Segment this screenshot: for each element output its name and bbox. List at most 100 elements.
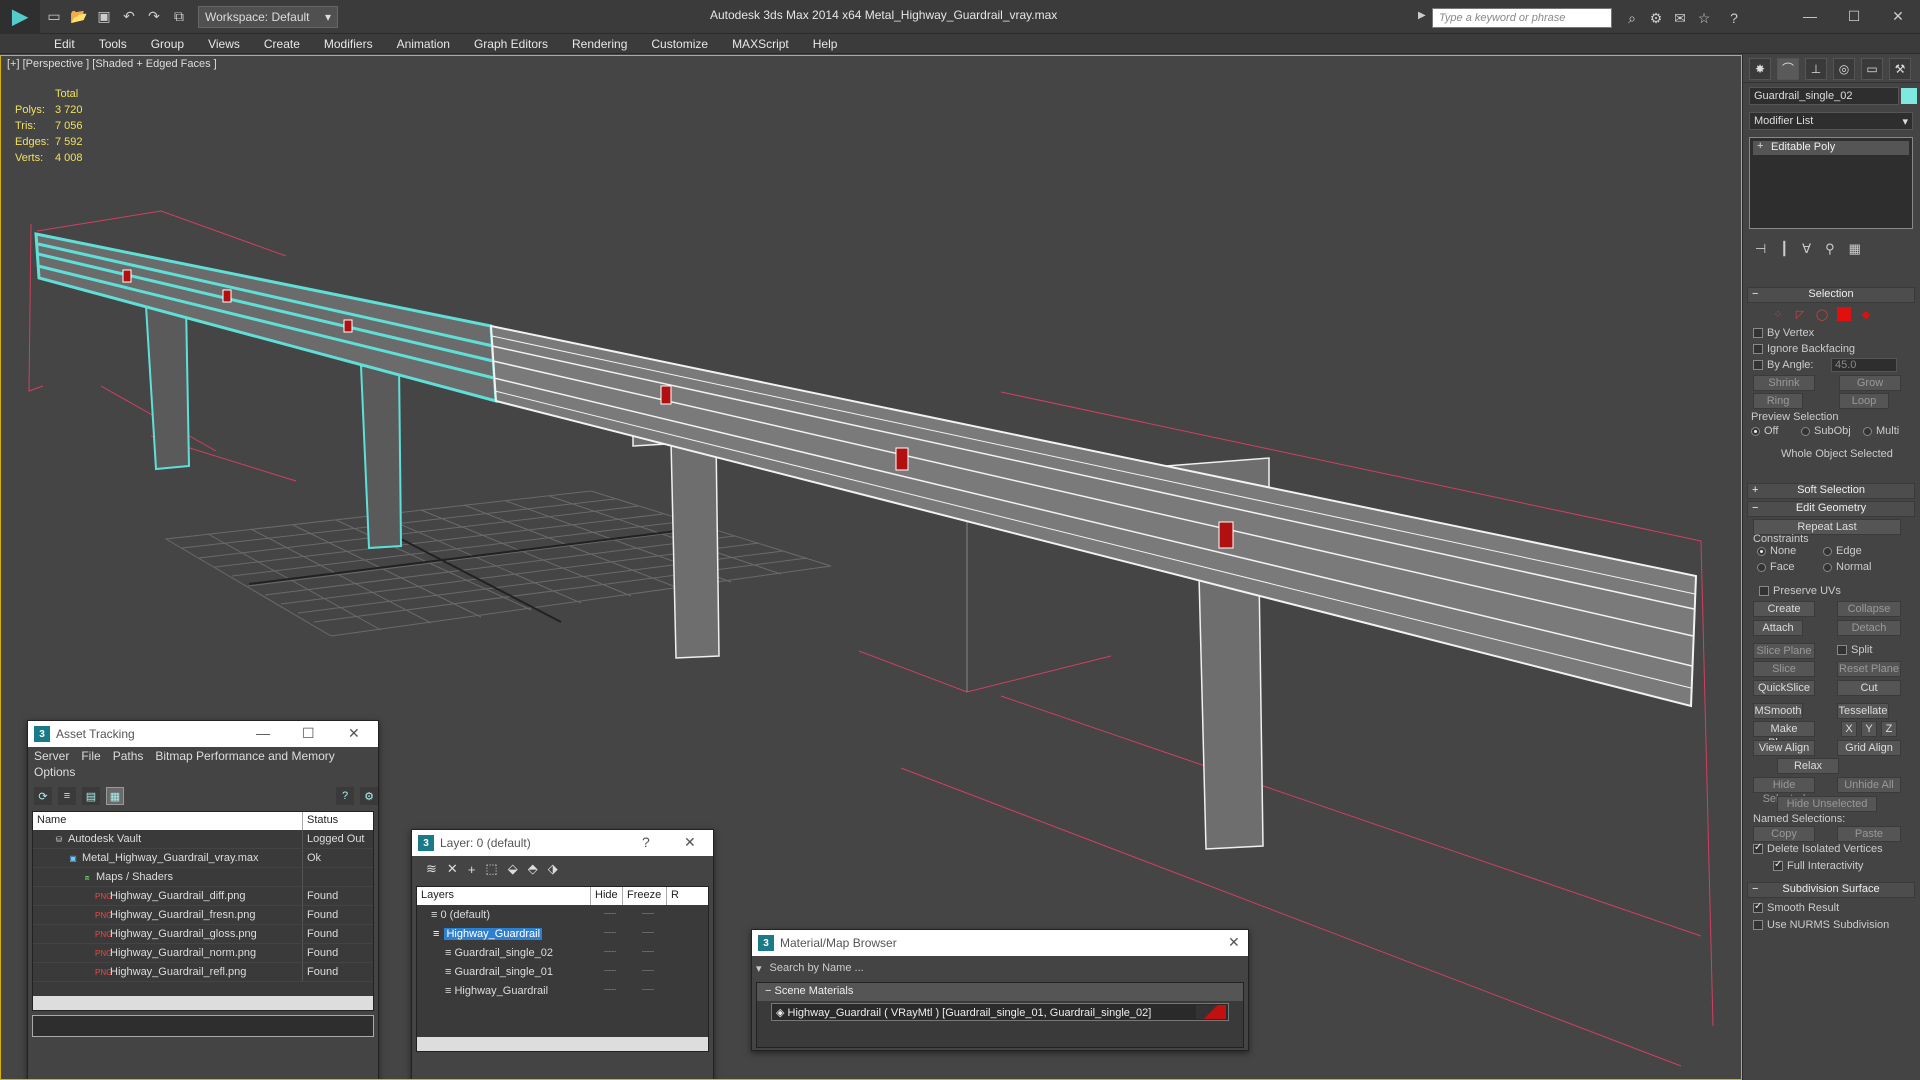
delete-layer-icon[interactable]: ✕ [447,861,458,877]
menu-help[interactable]: Help [813,37,838,51]
display-tab-icon[interactable]: ▭ [1861,57,1883,80]
make-unique-icon[interactable]: ∀ [1802,241,1811,261]
new-file-icon[interactable]: ▭ [43,6,65,28]
save-icon[interactable]: ▣ [93,6,115,28]
close-icon[interactable]: ✕ [348,725,360,742]
planar-y-button[interactable]: Y [1861,721,1877,737]
paste-button[interactable]: Paste [1837,826,1901,842]
close-icon[interactable]: ✕ [1228,934,1240,951]
motion-tab-icon[interactable]: ◎ [1833,57,1855,80]
menu-server[interactable]: Server [34,749,69,763]
table-row[interactable]: PNGHighway_Guardrail_fresn.png Found [33,906,373,925]
table-row[interactable]: PNGHighway_Guardrail_gloss.png Found [33,925,373,944]
hide-unselected-button[interactable]: Hide Unselected [1777,796,1877,812]
menu-paths[interactable]: Paths [113,749,144,763]
menu-tools[interactable]: Tools [99,37,127,51]
preview-off-radio[interactable]: Off [1751,425,1778,437]
favorites-star-icon[interactable]: ☆ [1694,8,1714,28]
quickslice-button[interactable]: QuickSlice [1753,680,1815,696]
freeze-toggle[interactable]: ┈┈ [629,909,667,920]
menu-maxscript[interactable]: MAXScript [732,37,789,51]
create-tab-icon[interactable]: ✸ [1749,57,1771,80]
subdivision-rollout-header[interactable]: − Subdivision Surface [1747,882,1915,898]
hierarchy-tab-icon[interactable]: ⊥ [1805,57,1827,80]
modify-tab-icon[interactable]: ⌒ [1777,57,1799,80]
minimize-icon[interactable]: — [1790,4,1830,28]
menu-create[interactable]: Create [264,37,300,51]
attach-button[interactable]: Attach [1753,620,1803,636]
menu-customize[interactable]: Customize [651,37,708,51]
view-align-button[interactable]: View Align [1753,740,1815,756]
vertex-mode-icon[interactable]: ⁘ [1771,307,1785,321]
binoculars-icon[interactable]: ⌕ [1622,8,1642,28]
ignore-backfacing-checkbox[interactable]: Ignore Backfacing [1753,343,1855,355]
layer-titlebar[interactable]: 3 Layer: 0 (default) ? ✕ [412,830,713,856]
copy-button[interactable]: Copy [1753,826,1815,842]
use-nurms-checkbox[interactable]: Use NURMS Subdivision [1753,919,1889,931]
search-expand-icon[interactable]: ▶ [1418,10,1426,21]
menu-edit[interactable]: Edit [54,37,75,51]
ring-button[interactable]: Ring [1753,393,1803,409]
options-dropdown-icon[interactable]: ▾ [756,962,762,975]
freeze-toggle[interactable]: ┈┈ [629,966,667,977]
perspective-viewport[interactable]: [+] [Perspective ] [Shaded + Edged Faces… [0,55,1742,1080]
hide-selected-button[interactable]: Hide Selected [1753,777,1815,805]
table-row[interactable]: PNGHighway_Guardrail_diff.png Found [33,887,373,906]
menu-modifiers[interactable]: Modifiers [324,37,373,51]
viewport-label[interactable]: [+] [Perspective ] [Shaded + Edged Faces… [7,58,217,70]
refresh-icon[interactable]: ⟳ [34,787,52,805]
remove-modifier-icon[interactable]: ⚲ [1825,241,1835,261]
column-render[interactable]: R [667,887,708,905]
msmooth-button[interactable]: MSmooth [1753,703,1803,719]
object-color-swatch[interactable] [1901,88,1917,104]
column-hide[interactable]: Hide [591,887,623,905]
table-row[interactable]: ▣ Metal_Highway_Guardrail_vray.max Ok [33,849,373,868]
detach-button[interactable]: Detach [1837,620,1901,636]
table-view-icon[interactable]: ▦ [106,787,124,805]
horizontal-scrollbar[interactable] [33,996,373,1010]
edge-mode-icon[interactable]: ◸ [1793,307,1807,321]
menu-options[interactable]: Options [34,765,75,779]
preview-subobj-radio[interactable]: SubObj [1801,425,1851,437]
project-folder-icon[interactable]: ⧉ [168,6,190,28]
slice-plane-button[interactable]: Slice Plane [1753,643,1815,659]
hide-all-icon[interactable]: ⬘ [528,861,538,877]
split-checkbox[interactable]: Split [1837,644,1872,656]
collapse-button[interactable]: Collapse [1837,601,1901,617]
soft-selection-rollout-header[interactable]: + Soft Selection [1747,483,1915,499]
menu-rendering[interactable]: Rendering [572,37,627,51]
by-vertex-checkbox[interactable]: By Vertex [1753,327,1814,339]
hide-toggle[interactable]: ┈┈ [591,966,629,977]
edit-geometry-rollout-header[interactable]: − Edit Geometry [1747,501,1915,517]
object-name-field[interactable]: Guardrail_single_02 [1749,87,1899,105]
slice-button[interactable]: Slice [1753,661,1815,677]
table-row[interactable]: ⛁ Autodesk Vault Logged Out [33,830,373,849]
menu-bitmap-performance[interactable]: Bitmap Performance and Memory [155,749,334,763]
create-button[interactable]: Create [1753,601,1815,617]
layer-row[interactable]: ≡ Guardrail_single_02 ┈┈ ┈┈ [417,943,708,962]
hide-toggle[interactable]: ┈┈ [591,909,629,920]
freeze-all-icon[interactable]: ⬗ [548,861,558,877]
freeze-toggle[interactable]: ┈┈ [629,947,667,958]
table-row[interactable]: PNGHighway_Guardrail_norm.png Found [33,944,373,963]
angle-spinner[interactable]: 45.0 [1831,358,1897,372]
settings-icon[interactable]: ⚙ [360,787,378,805]
show-end-result-icon[interactable]: ┃ [1780,241,1788,261]
layer-row[interactable]: ≡ Guardrail_single_01 ┈┈ ┈┈ [417,962,708,981]
make-planar-button[interactable]: Make Planar [1753,721,1815,749]
material-entry[interactable]: ◈ Highway_Guardrail ( VRayMtl ) [Guardra… [771,1003,1229,1021]
selection-rollout-header[interactable]: − Selection [1747,287,1915,303]
element-mode-icon[interactable]: ◆ [1859,307,1873,321]
app-menu-button[interactable]: ▶ [0,0,40,34]
grow-button[interactable]: Grow [1839,375,1901,391]
tessellate-button[interactable]: Tessellate [1837,703,1889,719]
polygon-mode-icon[interactable] [1837,307,1851,321]
scene-materials-group[interactable]: − Scene Materials [757,983,1243,1001]
list-view-icon[interactable]: ≡ [58,787,76,805]
open-file-icon[interactable]: 📂 [68,6,90,28]
cut-button[interactable]: Cut [1837,680,1901,696]
reset-plane-button[interactable]: Reset Plane [1837,661,1901,677]
table-row[interactable]: ⧈ Maps / Shaders [33,868,373,887]
thumbnail-view-icon[interactable]: ▤ [82,787,100,805]
search-by-name-input[interactable]: Search by Name ... [770,962,864,974]
